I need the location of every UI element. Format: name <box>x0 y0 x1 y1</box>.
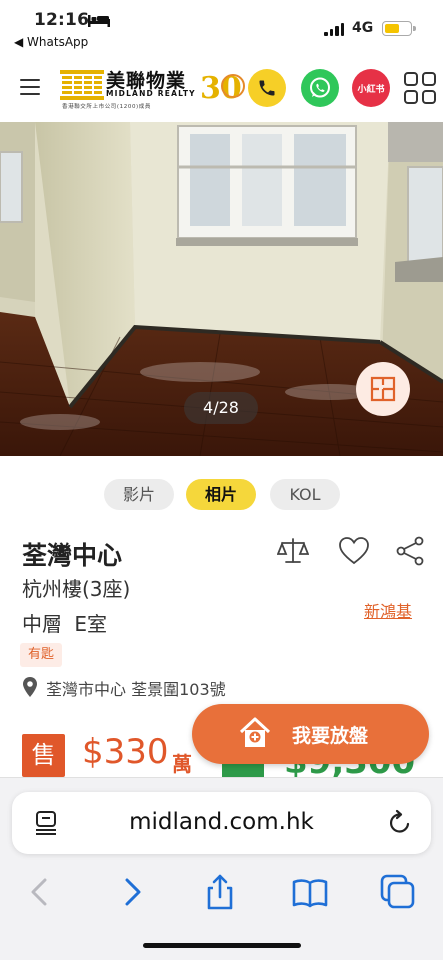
tab-video[interactable]: 影片 <box>104 479 174 510</box>
floor-unit: 中層 E室 <box>22 612 107 636</box>
estate-name: 荃灣中心 <box>22 541 123 570</box>
anniversary-30-logo: 30 <box>200 71 245 106</box>
site-header: 美聯物業 MIDLAND REALTY 香港聯交所上市公司(1200)成員 30… <box>0 58 443 120</box>
block-name: 杭州樓(3座) <box>22 577 131 601</box>
logo-english-name: MIDLAND REALTY <box>106 89 196 98</box>
tab-photos[interactable]: 相片 <box>186 479 256 510</box>
url-text[interactable]: midland.com.hk <box>12 809 431 835</box>
hamburger-icon[interactable] <box>20 79 40 95</box>
property-photo-gallery[interactable]: 4/28 <box>0 122 443 456</box>
photo-counter: 4/28 <box>184 392 258 424</box>
whatsapp-icon <box>310 77 330 98</box>
battery-icon <box>382 21 416 36</box>
browser-share-icon[interactable] <box>200 872 240 912</box>
tabs-icon[interactable] <box>378 872 418 912</box>
favorite-heart-icon[interactable] <box>338 536 370 566</box>
house-plus-icon <box>239 717 271 747</box>
logo-subtitle: 香港聯交所上市公司(1200)成員 <box>62 104 151 110</box>
sleep-mode-icon <box>88 15 110 27</box>
status-bar: 12:16 ◀ WhatsApp 4G <box>0 0 443 56</box>
cellular-signal-icon <box>324 23 345 36</box>
sale-price-unit: 萬 <box>172 752 192 776</box>
back-to-whatsapp-link[interactable]: ◀ WhatsApp <box>14 35 88 49</box>
address-bar[interactable]: midland.com.hk <box>12 792 431 854</box>
floor-plan-button[interactable] <box>356 362 410 416</box>
forward-icon[interactable] <box>112 872 152 912</box>
bookmarks-icon[interactable] <box>290 872 330 912</box>
address[interactable]: 荃灣市中心 荃景圍103號 <box>46 676 226 700</box>
whatsapp-button[interactable] <box>301 69 339 107</box>
key-available-tag: 有匙 <box>20 643 63 667</box>
xiaohongshu-icon: 小紅书 <box>357 84 385 95</box>
list-property-label: 我要放盤 <box>292 724 369 747</box>
sale-badge: 售 <box>22 734 65 777</box>
browser-toolbar: midland.com.hk <box>0 777 443 960</box>
grid-menu-icon[interactable] <box>404 72 436 104</box>
home-indicator[interactable] <box>143 943 301 948</box>
sale-price: $330 <box>82 732 169 772</box>
share-icon[interactable] <box>394 536 426 566</box>
back-icon[interactable] <box>20 872 60 912</box>
midland-logo[interactable]: 美聯物業 MIDLAND REALTY 香港聯交所上市公司(1200)成員 30 <box>58 64 248 112</box>
phone-icon <box>259 80 275 96</box>
location-pin-icon <box>23 677 37 697</box>
media-tabs: 影片 相片 KOL <box>0 479 443 511</box>
floor-plan-icon <box>370 376 396 402</box>
status-time: 12:16 <box>34 10 90 30</box>
network-type: 4G <box>352 20 374 36</box>
reload-icon[interactable] <box>386 809 414 837</box>
list-property-button[interactable]: 我要放盤 <box>192 704 429 764</box>
tab-kol[interactable]: KOL <box>270 479 340 510</box>
phone-button[interactable] <box>248 69 286 107</box>
midland-logo-mark <box>60 70 104 100</box>
compare-icon[interactable] <box>277 536 309 566</box>
xiaohongshu-button[interactable]: 小紅书 <box>352 69 390 107</box>
developer-link[interactable]: 新鴻基 <box>364 598 412 622</box>
